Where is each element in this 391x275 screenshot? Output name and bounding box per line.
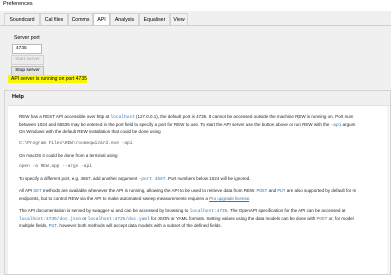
tab-cal-files[interactable]: Cal files bbox=[40, 13, 68, 25]
code-post: POST bbox=[256, 189, 268, 194]
help-text: All API bbox=[19, 188, 34, 193]
macos-text: On macOS it could be done from a termina… bbox=[19, 153, 118, 158]
start-server-button[interactable]: Start server bbox=[11, 55, 44, 65]
tab-equaliser[interactable]: Equaliser bbox=[139, 13, 170, 25]
tab-comms[interactable]: Comms bbox=[68, 13, 93, 25]
help-text: between 1024 and 65535 may be entered in… bbox=[19, 121, 331, 127]
tab-api[interactable]: API bbox=[93, 13, 110, 25]
help-text: To specify a different port, e.g. 4567, … bbox=[19, 176, 139, 181]
tab-soundcard[interactable]: Soundcard bbox=[4, 13, 40, 25]
help-panel: Help REW has a REST API accessible over … bbox=[4, 90, 391, 275]
code-get: GET bbox=[33, 189, 42, 194]
doc-yaml-link[interactable]: localhost:4735/doc.yaml bbox=[88, 217, 150, 222]
server-port-label: Server port bbox=[14, 35, 40, 41]
server-port-input[interactable]: 4735 bbox=[12, 44, 42, 54]
title-bar: Preferences bbox=[0, 0, 391, 11]
code-post: POST bbox=[316, 216, 328, 222]
help-text: (127.0.0.1), the default port is 4735. I… bbox=[134, 114, 354, 119]
pro-upgrade-link[interactable]: Pro upgrade license bbox=[209, 196, 249, 201]
code-localhost: localhost bbox=[110, 115, 135, 120]
doc-json-link[interactable]: localhost:4735/doc.json bbox=[19, 217, 81, 222]
methods-line2: endpoints, but to control REW via the AP… bbox=[19, 195, 250, 203]
help-scrollbar[interactable] bbox=[387, 106, 390, 274]
help-text: methods are available whenever the API i… bbox=[41, 188, 257, 193]
help-text: endpoints, but to control REW via the AP… bbox=[19, 195, 210, 201]
code-put: PUT bbox=[48, 224, 57, 230]
help-text: . The OpenAPI specification for the API … bbox=[227, 208, 346, 213]
help-text: argum bbox=[341, 121, 356, 127]
help-title: Help bbox=[12, 94, 24, 100]
docs-line3: multiple fields, PUT, however both metho… bbox=[19, 222, 222, 231]
help-text: . bbox=[249, 195, 251, 201]
help-text: , however both methods will accept data … bbox=[56, 223, 222, 229]
help-text: are also supported by default for m bbox=[285, 188, 357, 193]
port-note: To specify a different port, e.g. 4567, … bbox=[19, 175, 251, 184]
help-content[interactable]: REW has a REST API accessible over http … bbox=[8, 105, 390, 274]
tab-bar: Soundcard Cal files Comms API Analysis E… bbox=[0, 12, 391, 26]
help-paragraph-intro-line3: On Windows with the default REW installa… bbox=[19, 129, 161, 135]
server-status-text: API server is running on port 4735 bbox=[8, 75, 87, 83]
tab-analysis[interactable]: Analysis bbox=[110, 13, 139, 25]
help-text: for JSON or YAML formats. Setting values… bbox=[149, 215, 317, 221]
help-text: The API documentation is served by swagg… bbox=[19, 208, 190, 213]
windows-command: C:\Program Files\REW\roomeqwizard.exe -a… bbox=[19, 141, 133, 146]
tab-view[interactable]: View bbox=[170, 13, 188, 25]
docs-link[interactable]: localhost:4735 bbox=[190, 209, 228, 214]
code-port-arg: -port 4567 bbox=[138, 177, 166, 182]
macos-command: open -a REW.app --args -api bbox=[19, 164, 92, 169]
help-text: or, for model bbox=[327, 215, 354, 221]
help-text: REW has a REST API accessible over http … bbox=[19, 114, 111, 119]
code-api-arg: -api bbox=[330, 122, 342, 128]
help-text: and bbox=[267, 188, 278, 193]
window-title: Preferences bbox=[3, 1, 33, 7]
help-text: multiple fields, bbox=[19, 223, 49, 229]
help-text: . Port numbers below 1024 will be ignore… bbox=[165, 176, 251, 181]
